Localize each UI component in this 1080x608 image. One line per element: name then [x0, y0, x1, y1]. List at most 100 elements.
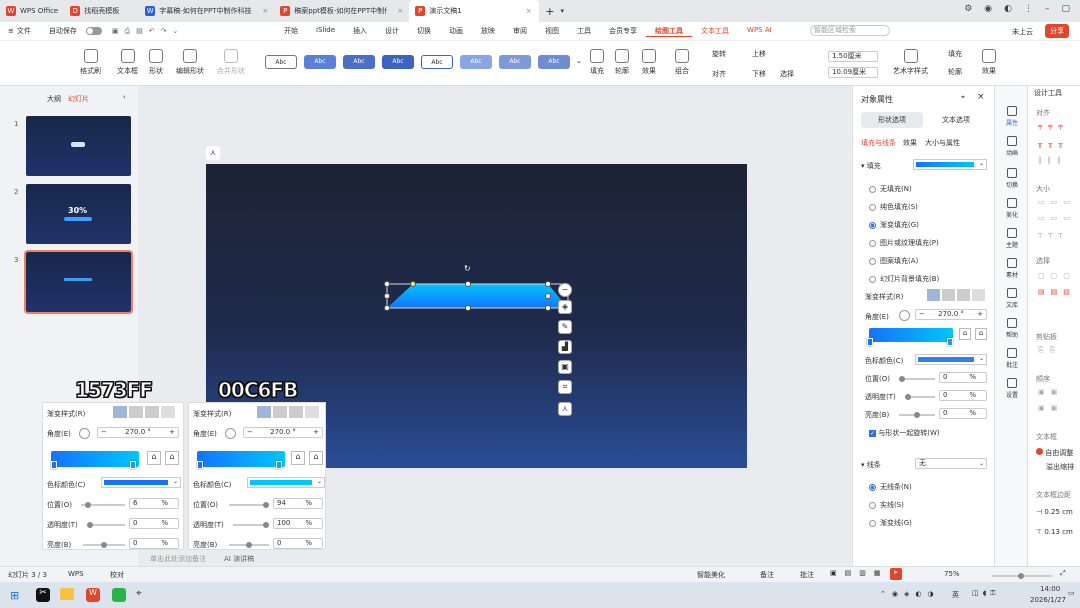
autosave-toggle[interactable] — [85, 27, 102, 35]
shape-style-5[interactable]: Abc — [460, 55, 492, 69]
radio-icon[interactable] — [869, 185, 876, 193]
resize-handle[interactable] — [545, 305, 551, 311]
frame-icon[interactable]: ▣ — [558, 360, 572, 374]
tab-shape-options[interactable]: 形状选项 — [861, 112, 923, 128]
menu-item-6[interactable]: 放映 — [472, 26, 504, 37]
size-icons[interactable]: ┬┬┬ — [1038, 230, 1069, 238]
notification-icon[interactable]: ▭ — [1068, 589, 1075, 597]
fill-bucket-icon[interactable]: ▟ — [558, 340, 572, 354]
windows-start-icon[interactable]: ⊞ — [10, 589, 19, 602]
align-button[interactable]: 对齐 — [712, 69, 726, 79]
align-icons[interactable]: ╥╥╥ — [1038, 140, 1069, 148]
group-button[interactable]: 组合 — [675, 49, 689, 76]
gradient-bar[interactable] — [869, 328, 953, 342]
rotate-button[interactable]: 旋转 — [712, 49, 726, 59]
share-button[interactable]: 分享 — [1045, 24, 1069, 38]
subtab-size[interactable]: 大小与属性 — [925, 138, 960, 148]
menu-item-8[interactable]: 视图 — [536, 26, 568, 37]
radio-icon[interactable] — [869, 501, 876, 509]
tab-presentation1[interactable]: P 演示文稿1 × — [409, 0, 540, 22]
align-icons[interactable]: ╤╤╤ — [1038, 122, 1069, 130]
angle-stepper[interactable]: −270.0 ° + — [97, 427, 179, 438]
tab-slides[interactable]: 幻灯片 — [68, 94, 89, 104]
avatar[interactable]: ◉ — [984, 4, 992, 14]
transparency-slider[interactable] — [905, 394, 935, 400]
edit-shape-button[interactable]: 编辑形状 — [176, 49, 204, 76]
resize-handle[interactable] — [465, 305, 471, 311]
gradient-stop[interactable] — [197, 461, 203, 469]
menu-item-3[interactable]: 设计 — [376, 26, 408, 37]
close-icon[interactable]: × — [977, 92, 985, 102]
select-button[interactable]: 选择 — [780, 69, 794, 79]
stop-color-picker[interactable]: ⌄ — [915, 354, 987, 365]
ai-notes-button[interactable]: AI 演讲稿 — [224, 554, 254, 564]
text-outline-button[interactable]: 轮廓 — [948, 67, 962, 77]
shape-style-1[interactable]: Abc — [304, 55, 336, 69]
shape-style-6[interactable]: Abc — [499, 55, 531, 69]
gradient-stop[interactable] — [867, 338, 873, 346]
tab-docer[interactable]: D 找稻壳模板 — [64, 0, 139, 22]
wps-taskbar-icon[interactable]: W — [86, 588, 100, 602]
slide-thumbnail-1[interactable] — [26, 116, 131, 176]
rotate-icon[interactable]: ↻ — [464, 264, 471, 273]
close-icon[interactable]: × — [526, 7, 532, 15]
stop-color-picker[interactable]: ⌄ — [247, 477, 325, 488]
shape-adjust-handle[interactable] — [410, 281, 416, 287]
tool-icon[interactable]: ⌖ — [136, 588, 142, 599]
strip-button-8[interactable]: 批注 — [999, 348, 1025, 369]
radio-icon[interactable] — [869, 275, 876, 283]
skin-icon[interactable]: ◐ — [1004, 4, 1012, 14]
folder-icon[interactable] — [60, 588, 74, 600]
view-icons[interactable]: ▣▤▥▦ — [830, 569, 888, 577]
angle-stepper[interactable]: −270.0 ° + — [243, 427, 323, 438]
radio-icon[interactable] — [869, 239, 876, 247]
crop-icon[interactable]: ⌗ — [558, 380, 572, 394]
menu-item-0[interactable]: 开始 — [275, 26, 307, 37]
angle-dial-icon[interactable] — [225, 428, 236, 439]
stop-color-picker[interactable]: ⌄ — [101, 477, 181, 488]
send-backward-button[interactable]: 下移 — [752, 69, 766, 79]
notes-placeholder[interactable]: 单击此处添加备注 — [150, 554, 206, 564]
resize-handle[interactable] — [545, 281, 551, 287]
tab-outline[interactable]: 大纲 — [47, 94, 61, 104]
text-effect-button[interactable]: 效果 — [982, 49, 996, 76]
gradient-style-buttons[interactable] — [927, 289, 985, 301]
brightness-input[interactable]: 0% — [273, 538, 323, 549]
subtab-effects[interactable]: 效果 — [903, 138, 917, 148]
transparency-input[interactable]: 0% — [939, 390, 987, 401]
position-slider[interactable] — [81, 502, 125, 508]
ai-icon[interactable]: ⋏ — [558, 402, 572, 416]
capcut-icon[interactable]: ✂ — [36, 588, 50, 602]
fill-option-3[interactable]: 图片或纹理填充(P) — [869, 238, 939, 248]
close-icon[interactable]: × — [397, 7, 403, 15]
wps-status[interactable]: WPS — [68, 570, 84, 578]
shape-style-3[interactable]: Abc — [382, 55, 414, 69]
resize-handle[interactable] — [384, 305, 390, 311]
menu-item-2[interactable]: 插入 — [344, 26, 376, 37]
bring-forward-button[interactable]: 上移 — [752, 49, 766, 59]
shape-style-4[interactable]: Abc — [421, 55, 453, 69]
remove-stop-icon[interactable]: ⌂ — [309, 451, 323, 465]
tab-text-options[interactable]: 文本选项 — [925, 112, 987, 128]
brightness-slider[interactable] — [899, 412, 935, 418]
tray-icons[interactable]: ⌃◉◈◐◑ — [880, 590, 940, 598]
position-input[interactable]: 94% — [273, 498, 323, 509]
shape-width-input[interactable]: 1.50厘米 — [828, 51, 878, 62]
maximize-icon[interactable]: ▢ — [1061, 4, 1070, 14]
cloud-status[interactable]: 未上云 — [1012, 27, 1033, 37]
fill-option-4[interactable]: 图案填充(A) — [869, 256, 918, 266]
strip-button-2[interactable]: 切换 — [999, 168, 1025, 189]
clock-date[interactable]: 2026/1/27 — [1030, 596, 1066, 604]
fill-section-header[interactable]: ▾ 填充 — [861, 161, 881, 171]
resize-handle[interactable] — [384, 281, 390, 287]
transparency-slider[interactable] — [233, 522, 269, 528]
chevron-down-icon[interactable]: ▾ — [560, 7, 564, 15]
remove-stop-icon[interactable]: ⌂ — [165, 451, 179, 465]
strip-button-9[interactable]: 设置 — [999, 378, 1025, 399]
add-stop-icon[interactable]: ⌂ — [147, 451, 161, 465]
strip-button-0[interactable]: 属性 — [999, 106, 1025, 127]
radio-icon[interactable] — [869, 519, 876, 527]
proofread-button[interactable]: 校对 — [110, 570, 124, 580]
shape-height-input[interactable]: 10.09厘米 — [828, 67, 878, 78]
radio-icon[interactable] — [869, 483, 876, 491]
